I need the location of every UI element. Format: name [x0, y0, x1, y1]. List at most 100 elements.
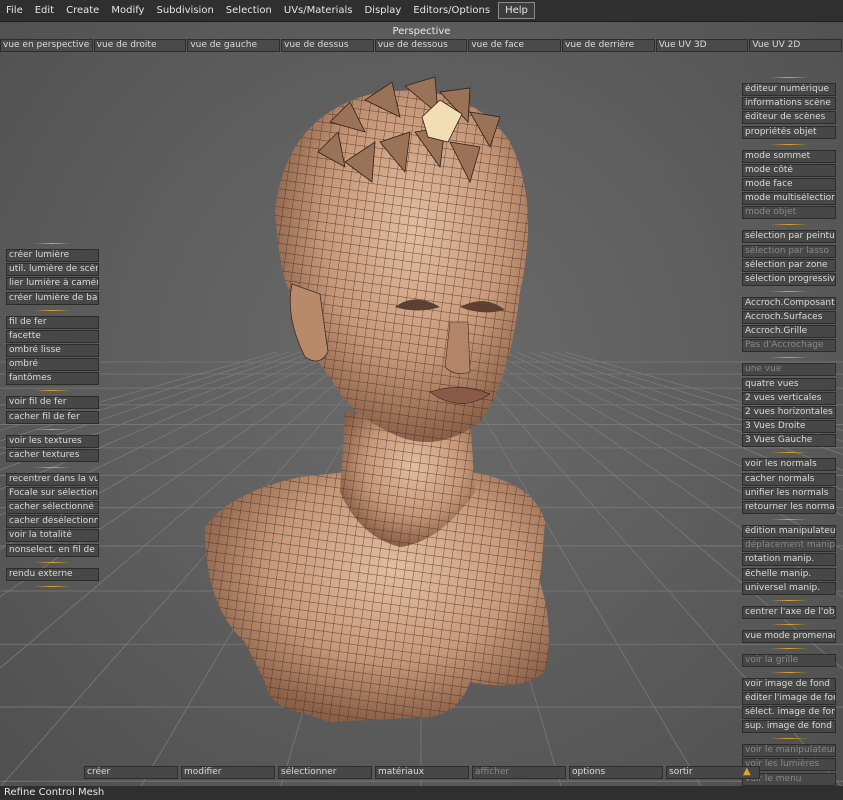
head-bust-mesh[interactable] [0, 22, 843, 786]
menu-edit[interactable]: Edit [29, 0, 60, 21]
deplacement-manip-button[interactable]: déplacement manip. [742, 539, 836, 553]
edition-manipulateur-button[interactable]: édition manipulateur [742, 524, 836, 538]
selection-progressive-button[interactable]: sélection progressive [742, 272, 836, 286]
rotation-manip-button[interactable]: rotation manip. [742, 553, 836, 567]
menu-help[interactable]: Help [498, 2, 535, 19]
view-button-vue-de-droite[interactable]: vue de droite [93, 39, 187, 52]
separator [742, 289, 836, 294]
voir-fil-de-fer-button[interactable]: voir fil de fer [6, 396, 99, 410]
separator [742, 450, 836, 455]
fil-de-fer-button[interactable]: fil de fer [6, 315, 99, 329]
menu-subdivision[interactable]: Subdivision [150, 0, 219, 21]
expand-up-icon[interactable]: ▲ [743, 766, 751, 777]
selection-par-lasso-button[interactable]: sélection par lasso [742, 244, 836, 258]
vue-mode-promenade-button[interactable]: vue mode promenade [742, 629, 836, 643]
view-button-vue-uv-2d[interactable]: Vue UV 2D [749, 39, 843, 52]
2-vues-horizontales-button[interactable]: 2 vues horizontales [742, 406, 836, 419]
retourner-les-normals-button[interactable]: retourner les normals [742, 500, 836, 514]
bottom-options-button[interactable]: options [569, 766, 663, 779]
une-vue-button[interactable]: une vue [742, 363, 836, 377]
accroch-composants-button[interactable]: Accroch.Composants [742, 296, 836, 310]
menu-uvs-materials[interactable]: UVs/Materials [278, 0, 359, 21]
perspective-viewport[interactable]: Perspective vue en perspective vue de dro… [0, 22, 843, 786]
menu-editors-options[interactable]: Editors/Options [407, 0, 496, 21]
menu-display[interactable]: Display [358, 0, 407, 21]
creer-lumiere-button[interactable]: créer lumière [6, 249, 99, 262]
view-button-vue-en-perspective[interactable]: vue en perspective [0, 39, 93, 52]
quatre-vues-button[interactable]: quatre vues [742, 377, 836, 391]
viewport-title: Perspective [392, 26, 451, 37]
select-image-de-fond-button[interactable]: sélect. image de fond [742, 706, 836, 720]
view-button-vue-de-derriere[interactable]: vue de derrière [562, 39, 655, 52]
util-lumiere-de-scene-button[interactable]: util. lumière de scène [6, 263, 99, 277]
view-button-vue-de-face[interactable]: vue de face [468, 39, 562, 52]
3-vues-droite-button[interactable]: 3 Vues Droite [742, 420, 836, 434]
editer-l-image-de-fond-button[interactable]: éditer l'image de fond [742, 691, 836, 705]
mode-face-button[interactable]: mode face [742, 177, 836, 191]
separator [6, 560, 99, 565]
menu-file[interactable]: File [0, 0, 29, 21]
3-vues-gauche-button[interactable]: 3 Vues Gauche [742, 434, 836, 448]
proprietes-objet-button[interactable]: propriétés objet [742, 125, 836, 139]
separator [742, 75, 836, 80]
voir-les-normals-button[interactable]: voir les normals [742, 458, 836, 472]
2-vues-verticales-button[interactable]: 2 vues verticales [742, 391, 836, 405]
accroch-grille-button[interactable]: Accroch.Grille [742, 325, 836, 339]
separator [742, 517, 836, 522]
menu-selection[interactable]: Selection [220, 0, 278, 21]
cacher-normals-button[interactable]: cacher normals [742, 472, 836, 486]
view-button-vue-de-dessus[interactable]: vue de dessus [281, 39, 374, 52]
mode-cote-button[interactable]: mode côté [742, 163, 836, 177]
mode-sommet-button[interactable]: mode sommet [742, 149, 836, 163]
accroch-surfaces-button[interactable]: Accroch.Surfaces [742, 311, 836, 325]
cacher-selectionne-button[interactable]: cacher sélectionné [6, 501, 99, 515]
separator [742, 670, 836, 675]
menu-create[interactable]: Create [60, 0, 105, 21]
bottom-materiaux-button[interactable]: matériaux [375, 766, 469, 779]
view-button-vue-uv-3d[interactable]: Vue UV 3D [655, 39, 749, 52]
lier-lumiere-a-camera-button[interactable]: lier lumière à caméra [6, 277, 99, 291]
view-button-vue-de-dessous[interactable]: vue de dessous [374, 39, 468, 52]
menu-modify[interactable]: Modify [105, 0, 150, 21]
rendu-externe-button[interactable]: rendu externe [6, 567, 99, 581]
fantomes-button[interactable]: fantômes [6, 372, 99, 386]
voir-la-grille-button[interactable]: voir la grille [742, 653, 836, 667]
mode-objet-button[interactable]: mode objet [742, 206, 836, 220]
nonselect-en-fil-de-fer-button[interactable]: nonselect. en fil de fer [6, 543, 99, 557]
recentrer-dans-la-vue-button[interactable]: recentrer dans la vue [6, 472, 99, 486]
voir-image-de-fond-button[interactable]: voir image de fond [742, 677, 836, 691]
cacher-textures-button[interactable]: cacher textures [6, 448, 99, 462]
bottom-creer-button[interactable]: créer [84, 766, 178, 779]
facette-button[interactable]: facette [6, 329, 99, 343]
voir-le-manipulateur-button[interactable]: voir le manipulateur [742, 744, 836, 758]
right-tool-panel: éditeur numérique informations scène édite… [742, 72, 836, 786]
ombre-lisse-button[interactable]: ombré lisse [6, 343, 99, 357]
bottom-selectionner-button[interactable]: sélectionner [278, 766, 372, 779]
editeur-numerique-button[interactable]: éditeur numérique [742, 83, 836, 96]
bottom-afficher-button[interactable]: afficher [472, 766, 566, 779]
left-tool-panel: créer lumière util. lumière de scène lier … [6, 238, 99, 592]
bust-shape [205, 76, 549, 722]
editeur-de-scenes-button[interactable]: éditeur de scènes [742, 111, 836, 125]
pas-d-accrochage-button[interactable]: Pas d'Accrochage [742, 339, 836, 353]
ombre-button[interactable]: ombré [6, 358, 99, 372]
echelle-manip-button[interactable]: échelle manip. [742, 567, 836, 581]
focale-sur-selection-button[interactable]: Focale sur sélection [6, 486, 99, 500]
voir-la-totalite-button[interactable]: voir la totalité [6, 529, 99, 543]
separator [742, 598, 836, 603]
universel-manip-button[interactable]: universel manip. [742, 581, 836, 595]
selection-par-peinture-button[interactable]: sélection par peinture [742, 230, 836, 244]
cacher-fil-de-fer-button[interactable]: cacher fil de fer [6, 410, 99, 424]
sup-image-de-fond-button[interactable]: sup. image de fond [742, 720, 836, 734]
view-button-vue-de-gauche[interactable]: vue de gauche [187, 39, 281, 52]
cacher-deselectionne-button[interactable]: cacher désélectionné [6, 515, 99, 529]
selection-par-zone-button[interactable]: sélection par zone [742, 258, 836, 272]
centrer-l-axe-de-l-objet-button[interactable]: centrer l'axe de l'objet [742, 605, 836, 619]
separator [6, 388, 99, 393]
creer-lumiere-de-base-button[interactable]: créer lumière de base [6, 291, 99, 305]
voir-les-textures-button[interactable]: voir les textures [6, 434, 99, 448]
bottom-modifier-button[interactable]: modifier [181, 766, 275, 779]
mode-multiselection-button[interactable]: mode multisélection [742, 192, 836, 206]
informations-scene-button[interactable]: informations scène [742, 97, 836, 111]
unifier-les-normals-button[interactable]: unifier les normals [742, 486, 836, 500]
